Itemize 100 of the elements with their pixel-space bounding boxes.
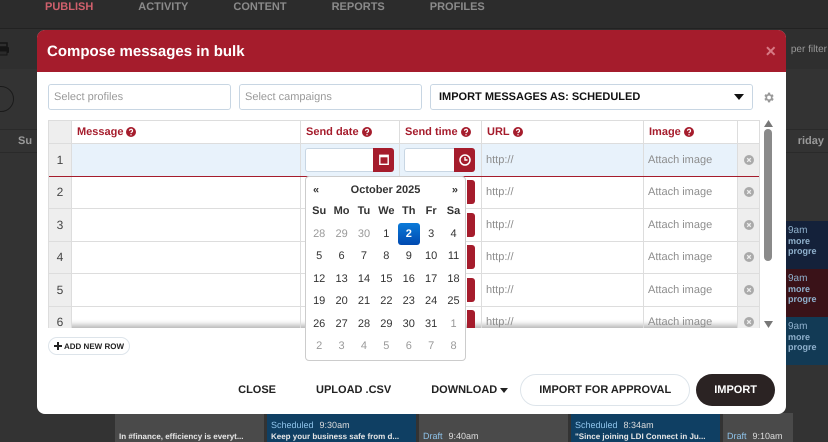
post-time: 9am — [788, 321, 808, 332]
month-title[interactable]: October 2025 — [350, 184, 420, 196]
profiles-field[interactable]: Select profiles — [48, 84, 231, 110]
day-cell[interactable]: 25 — [442, 290, 465, 312]
row-number: 4 — [49, 242, 72, 273]
day-cell[interactable]: 7 — [352, 245, 376, 268]
import-for-approval-button[interactable]: IMPORT FOR APPROVAL — [520, 374, 690, 406]
nav-tab[interactable]: REPORTS — [332, 0, 385, 28]
filter-field[interactable]: per filter — [790, 44, 827, 54]
day-cell[interactable]: 27 — [330, 312, 353, 335]
day-cell[interactable]: 1 — [375, 222, 398, 245]
remove-row-icon[interactable] — [744, 187, 754, 198]
day-cell[interactable]: 22 — [375, 290, 398, 312]
day-cell[interactable]: 13 — [330, 268, 353, 290]
day-cell[interactable]: 3 — [420, 222, 442, 245]
row-number: 6 — [49, 306, 72, 328]
day-cell[interactable]: 24 — [420, 290, 442, 312]
day-cell[interactable]: 2 — [398, 222, 420, 245]
day-cell[interactable]: 20 — [330, 290, 353, 312]
import-button[interactable]: IMPORT — [696, 374, 775, 406]
time-field[interactable] — [404, 148, 454, 172]
column-header: Send date — [301, 121, 400, 143]
day-cell[interactable]: 10 — [420, 245, 442, 268]
post-card[interactable]: 9am more progre — [786, 221, 828, 269]
day-cell[interactable]: 21 — [352, 290, 376, 312]
post-card[interactable]: Scheduled 9:30am Keep your business safe from d... — [267, 413, 416, 442]
remove-row-icon[interactable] — [744, 220, 754, 230]
calendar-icon — [378, 154, 388, 166]
post-text: more progre — [788, 236, 818, 256]
post-card[interactable]: Scheduled 8:34am "Since joining LDI Connect in Ju... — [571, 413, 720, 442]
post-time: 9am — [788, 273, 808, 284]
day-cell[interactable]: 11 — [442, 245, 465, 268]
post-card[interactable]: 9am more progre — [786, 269, 828, 317]
post-time: 9:30am — [320, 420, 350, 430]
post-text: more progre — [788, 332, 818, 352]
post-status: Draft — [423, 431, 443, 441]
calendar-button[interactable] — [373, 148, 394, 172]
post-card[interactable]: Draft 9:40am — [419, 413, 568, 442]
nav-tab[interactable]: PUBLISH — [45, 0, 94, 28]
remove-row-icon[interactable] — [744, 154, 754, 165]
day-cell[interactable]: 31 — [420, 312, 442, 335]
day-cell[interactable]: 15 — [375, 268, 398, 290]
day-cell[interactable]: 19 — [308, 290, 330, 312]
clock-button[interactable] — [467, 180, 475, 204]
weekday-label: We — [377, 204, 396, 220]
clock-button[interactable] — [467, 212, 475, 237]
day-cell[interactable]: 14 — [352, 268, 376, 290]
campaigns-field[interactable]: Select campaigns — [239, 84, 422, 110]
settings-icon[interactable] — [762, 90, 775, 104]
weekday-label: Th — [401, 204, 416, 220]
post-time: 9:40am — [448, 431, 479, 441]
column-header: Message — [72, 121, 301, 143]
import-type-select[interactable]: IMPORT MESSAGES AS: SCHEDULED — [430, 84, 753, 110]
clock-button[interactable] — [467, 245, 475, 270]
close-button[interactable]: CLOSE — [220, 374, 294, 406]
day-cell[interactable]: 9 — [398, 245, 420, 268]
day-header: Su — [18, 135, 32, 147]
post-time: 8:34am — [624, 420, 654, 430]
printer-icon[interactable] — [0, 42, 10, 56]
next-month-button[interactable]: » — [446, 184, 463, 196]
remove-row-icon[interactable] — [744, 284, 754, 295]
day-cell[interactable]: 16 — [398, 268, 420, 290]
clock-button[interactable] — [454, 148, 475, 172]
modal-title: Compose messages in bulk — [47, 42, 245, 60]
remove-row-icon[interactable] — [744, 252, 754, 262]
post-card[interactable]: Draft 9:10am — [723, 413, 793, 442]
nav-tab[interactable]: ACTIVITY — [138, 0, 188, 28]
day-cell[interactable]: 5 — [308, 245, 330, 268]
clock-icon — [458, 154, 470, 166]
day-cell[interactable]: 30 — [398, 312, 420, 335]
day-cell[interactable]: 6 — [330, 245, 353, 268]
remove-row-icon[interactable] — [744, 317, 754, 328]
day-cell[interactable]: 17 — [420, 268, 442, 290]
date-field[interactable] — [305, 148, 373, 172]
post-status: Scheduled — [271, 420, 314, 430]
nav-tab[interactable]: CONTENT — [233, 0, 287, 28]
add-row-button[interactable]: ADD NEW ROW — [48, 337, 130, 355]
post-card[interactable]: In #finance, efficiency is everyt... — [115, 413, 264, 442]
clock-button[interactable] — [467, 278, 475, 302]
post-status: Draft — [727, 431, 747, 441]
post-text: In #finance, efficiency is everyt... — [119, 432, 244, 441]
day-cell[interactable]: 8 — [375, 245, 398, 268]
nav-tab[interactable]: PROFILES — [430, 0, 485, 28]
help-icon — [126, 127, 136, 137]
previous-month-button[interactable]: « — [308, 184, 324, 196]
post-text: more progre — [788, 284, 818, 304]
upload-button[interactable]: UPLOAD .CSV — [298, 374, 410, 406]
day-cell[interactable]: 28 — [352, 312, 376, 335]
day-cell[interactable]: 26 — [308, 312, 330, 335]
post-card[interactable]: 9am more progre — [786, 317, 828, 365]
scroll-down-icon[interactable] — [764, 321, 772, 328]
scrollbar[interactable] — [762, 120, 774, 328]
download-button[interactable]: DOWNLOAD — [413, 374, 516, 406]
scroll-up-icon[interactable] — [764, 120, 772, 127]
day-cell[interactable]: 18 — [442, 268, 465, 290]
day-cell[interactable]: 29 — [375, 312, 398, 335]
day-cell[interactable]: 12 — [308, 268, 330, 290]
row-number: 1 — [49, 144, 72, 176]
day-cell[interactable]: 4 — [442, 222, 465, 245]
day-cell[interactable]: 23 — [398, 290, 420, 312]
